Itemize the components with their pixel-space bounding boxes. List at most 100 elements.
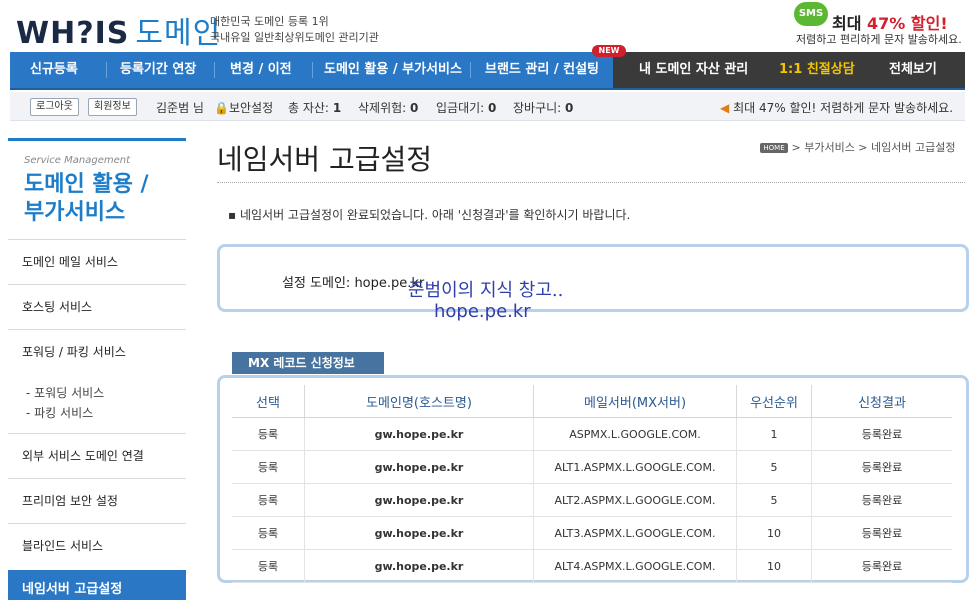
security-settings-label: 보안설정: [228, 101, 274, 115]
main-nav: 신규등록 등록기간 연장 변경 / 이전 도메인 활용 / 부가서비스 브랜드 …: [10, 52, 965, 90]
sms-promo-ticker-text: 최대 47% 할인! 저렴하게 문자 발송하세요.: [733, 101, 954, 115]
user-name-text: 김준범 님: [156, 101, 204, 115]
nav-item-change-transfer[interactable]: 변경 / 이전: [230, 52, 292, 88]
cell-result: 등록완료: [811, 417, 952, 451]
delete-risk[interactable]: 삭제위험: 0: [358, 99, 418, 116]
cell-select: 등록: [232, 417, 305, 451]
cell-priority: 1: [736, 417, 812, 451]
nav-separator: [214, 62, 215, 78]
pending-deposit[interactable]: 입금대기: 0: [436, 99, 496, 116]
cart-label: 장바구니:: [513, 101, 562, 115]
sidebar-item-nameserver-advanced[interactable]: 네임서버 고급설정: [8, 570, 186, 600]
sidebar-subitem-parking[interactable]: - 파킹 서비스: [26, 404, 93, 421]
sidebar-item-hosting[interactable]: 호스팅 서비스: [8, 284, 186, 329]
sidebar-title-line-1: 도메인 활용 /: [24, 172, 149, 197]
tagline-line-2: 국내유일 일반최상위도메인 관리기관: [210, 31, 379, 44]
user-status-bar: 로그아웃 회원정보 김준범 님 🔒보안설정 총 자산: 1 삭제위험: 0 입금…: [10, 92, 965, 121]
cell-priority: 10: [736, 516, 812, 550]
pending-deposit-count: 0: [488, 101, 497, 115]
cell-domain: gw.hope.pe.kr: [304, 417, 534, 451]
sidebar-small-title: Service Management: [24, 155, 131, 166]
site-logo[interactable]: WH?IS 도메인: [16, 8, 221, 52]
nav-item-new-registration[interactable]: 신규등록: [30, 52, 78, 88]
nav-item-brand-consulting[interactable]: 브랜드 관리 / 컨설팅: [485, 52, 599, 88]
sidebar-title: 도메인 활용 / 부가서비스: [24, 171, 149, 227]
nav-item-domain-services[interactable]: 도메인 활용 / 부가서비스: [324, 52, 462, 88]
sidebar-item-label: 프리미엄 보안 설정: [22, 494, 118, 508]
cell-mx-server: ALT2.ASPMX.L.GOOGLE.COM.: [533, 483, 737, 517]
configured-domain: 설정 도메인: hope.pe.kr: [282, 276, 425, 291]
sms-promo-ticker[interactable]: ◀ 최대 47% 할인! 저렴하게 문자 발송하세요.: [720, 99, 953, 116]
tagline-line-1: 대한민국 도메인 등록 1위: [210, 15, 329, 28]
logo-text: WH?IS: [16, 16, 130, 51]
user-name: 김준범 님: [156, 99, 204, 116]
cell-domain: gw.hope.pe.kr: [304, 549, 534, 583]
home-icon[interactable]: HOME: [760, 143, 788, 153]
completion-notice: ▪ 네임서버 고급설정이 완료되었습니다. 아래 '신청결과'를 확인하시기 바…: [228, 208, 631, 222]
sidebar-item-blind-service[interactable]: 블라인드 서비스: [8, 523, 186, 568]
title-divider: [217, 182, 965, 183]
nav-separator: [106, 62, 107, 78]
mx-record-tab: MX 레코드 신청정보: [232, 352, 384, 374]
cell-select: 등록: [232, 516, 305, 550]
member-info-button[interactable]: 회원정보: [88, 98, 137, 116]
cell-domain: gw.hope.pe.kr: [304, 450, 534, 484]
cart[interactable]: 장바구니: 0: [513, 99, 573, 116]
sidebar-item-forwarding-parking[interactable]: 포워딩 / 파킹 서비스: [8, 329, 186, 374]
breadcrumb: HOME > 부가서비스 > 네임서버 고급설정: [760, 139, 955, 155]
security-settings-link[interactable]: 🔒보안설정: [214, 99, 273, 116]
tagline: 대한민국 도메인 등록 1위 국내유일 일반최상위도메인 관리기관: [210, 14, 379, 46]
nav-dark-section: 내 도메인 자산 관리 1:1 친절상담 전체보기: [613, 52, 965, 88]
delete-risk-label: 삭제위험:: [358, 101, 407, 115]
nav-item-renewal[interactable]: 등록기간 연장: [120, 52, 196, 88]
cell-result: 등록완료: [811, 516, 952, 550]
pending-deposit-label: 입금대기:: [436, 101, 485, 115]
sidebar-subitem-forwarding[interactable]: - 포워딩 서비스: [26, 384, 104, 401]
megaphone-icon: ◀: [720, 101, 730, 115]
total-assets[interactable]: 총 자산: 1: [288, 99, 341, 116]
cell-select: 등록: [232, 549, 305, 583]
sidebar-item-label: 도메인 메일 서비스: [22, 255, 118, 269]
cell-mx-server: ALT1.ASPMX.L.GOOGLE.COM.: [533, 450, 737, 484]
sms-icon[interactable]: SMS: [794, 2, 828, 26]
column-header-domain: 도메인명(호스트명): [304, 385, 534, 418]
table-row: 등록 gw.hope.pe.kr ALT1.ASPMX.L.GOOGLE.COM…: [232, 450, 952, 484]
mx-record-tab-label: MX 레코드 신청정보: [248, 356, 355, 370]
breadcrumb-path: > 부가서비스 > 네임서버 고급설정: [788, 141, 956, 154]
cell-priority: 5: [736, 450, 812, 484]
nav-item-consulting[interactable]: 1:1 친절상담: [779, 52, 855, 88]
cell-mx-server: ALT4.ASPMX.L.GOOGLE.COM.: [533, 549, 737, 583]
cell-select: 등록: [232, 483, 305, 517]
table-row: 등록 gw.hope.pe.kr ALT3.ASPMX.L.GOOGLE.COM…: [232, 516, 952, 550]
site-header: WH?IS 도메인 대한민국 도메인 등록 1위 국내유일 일반최상위도메인 관리…: [0, 0, 979, 52]
sidebar-item-label: 포워딩 / 파킹 서비스: [22, 345, 126, 359]
lock-icon: 🔒: [214, 101, 229, 115]
sidebar-item-label: 호스팅 서비스: [22, 300, 93, 314]
cell-domain: gw.hope.pe.kr: [304, 483, 534, 517]
sidebar-item-external-service[interactable]: 외부 서비스 도메인 연결: [8, 433, 186, 478]
sidebar-item-domain-mail[interactable]: 도메인 메일 서비스: [8, 239, 186, 284]
sms-promo-subtitle: 저렴하고 편리하게 문자 발송하세요.: [796, 33, 962, 46]
column-header-result: 신청결과: [811, 385, 952, 418]
cell-result: 등록완료: [811, 549, 952, 583]
nav-item-view-all[interactable]: 전체보기: [889, 52, 937, 88]
cell-domain: gw.hope.pe.kr: [304, 516, 534, 550]
mx-record-table: 선택 도메인명(호스트명) 메일서버(MX서버) 우선순위 신청결과 등록 gw…: [232, 385, 952, 583]
sidebar-item-premium-security[interactable]: 프리미엄 보안 설정: [8, 478, 186, 523]
column-header-priority: 우선순위: [736, 385, 812, 418]
cell-result: 등록완료: [811, 450, 952, 484]
table-header-row: 선택 도메인명(호스트명) 메일서버(MX서버) 우선순위 신청결과: [232, 385, 952, 418]
column-header-select: 선택: [232, 385, 305, 418]
sidebar-item-label: 외부 서비스 도메인 연결: [22, 449, 144, 463]
cell-mx-server: ALT3.ASPMX.L.GOOGLE.COM.: [533, 516, 737, 550]
sidebar-item-label: 네임서버 고급설정: [22, 582, 123, 597]
nav-item-my-domain-assets[interactable]: 내 도메인 자산 관리: [639, 52, 748, 88]
sidebar-header: Service Management 도메인 활용 / 부가서비스: [8, 138, 186, 241]
cell-priority: 5: [736, 483, 812, 517]
logo-kr-text: 도메인: [135, 16, 222, 51]
cart-count: 0: [565, 101, 574, 115]
watermark-domain: hope.pe.kr: [434, 301, 531, 322]
cell-result: 등록완료: [811, 483, 952, 517]
nav-separator: [312, 62, 313, 78]
logout-button[interactable]: 로그아웃: [30, 98, 79, 116]
